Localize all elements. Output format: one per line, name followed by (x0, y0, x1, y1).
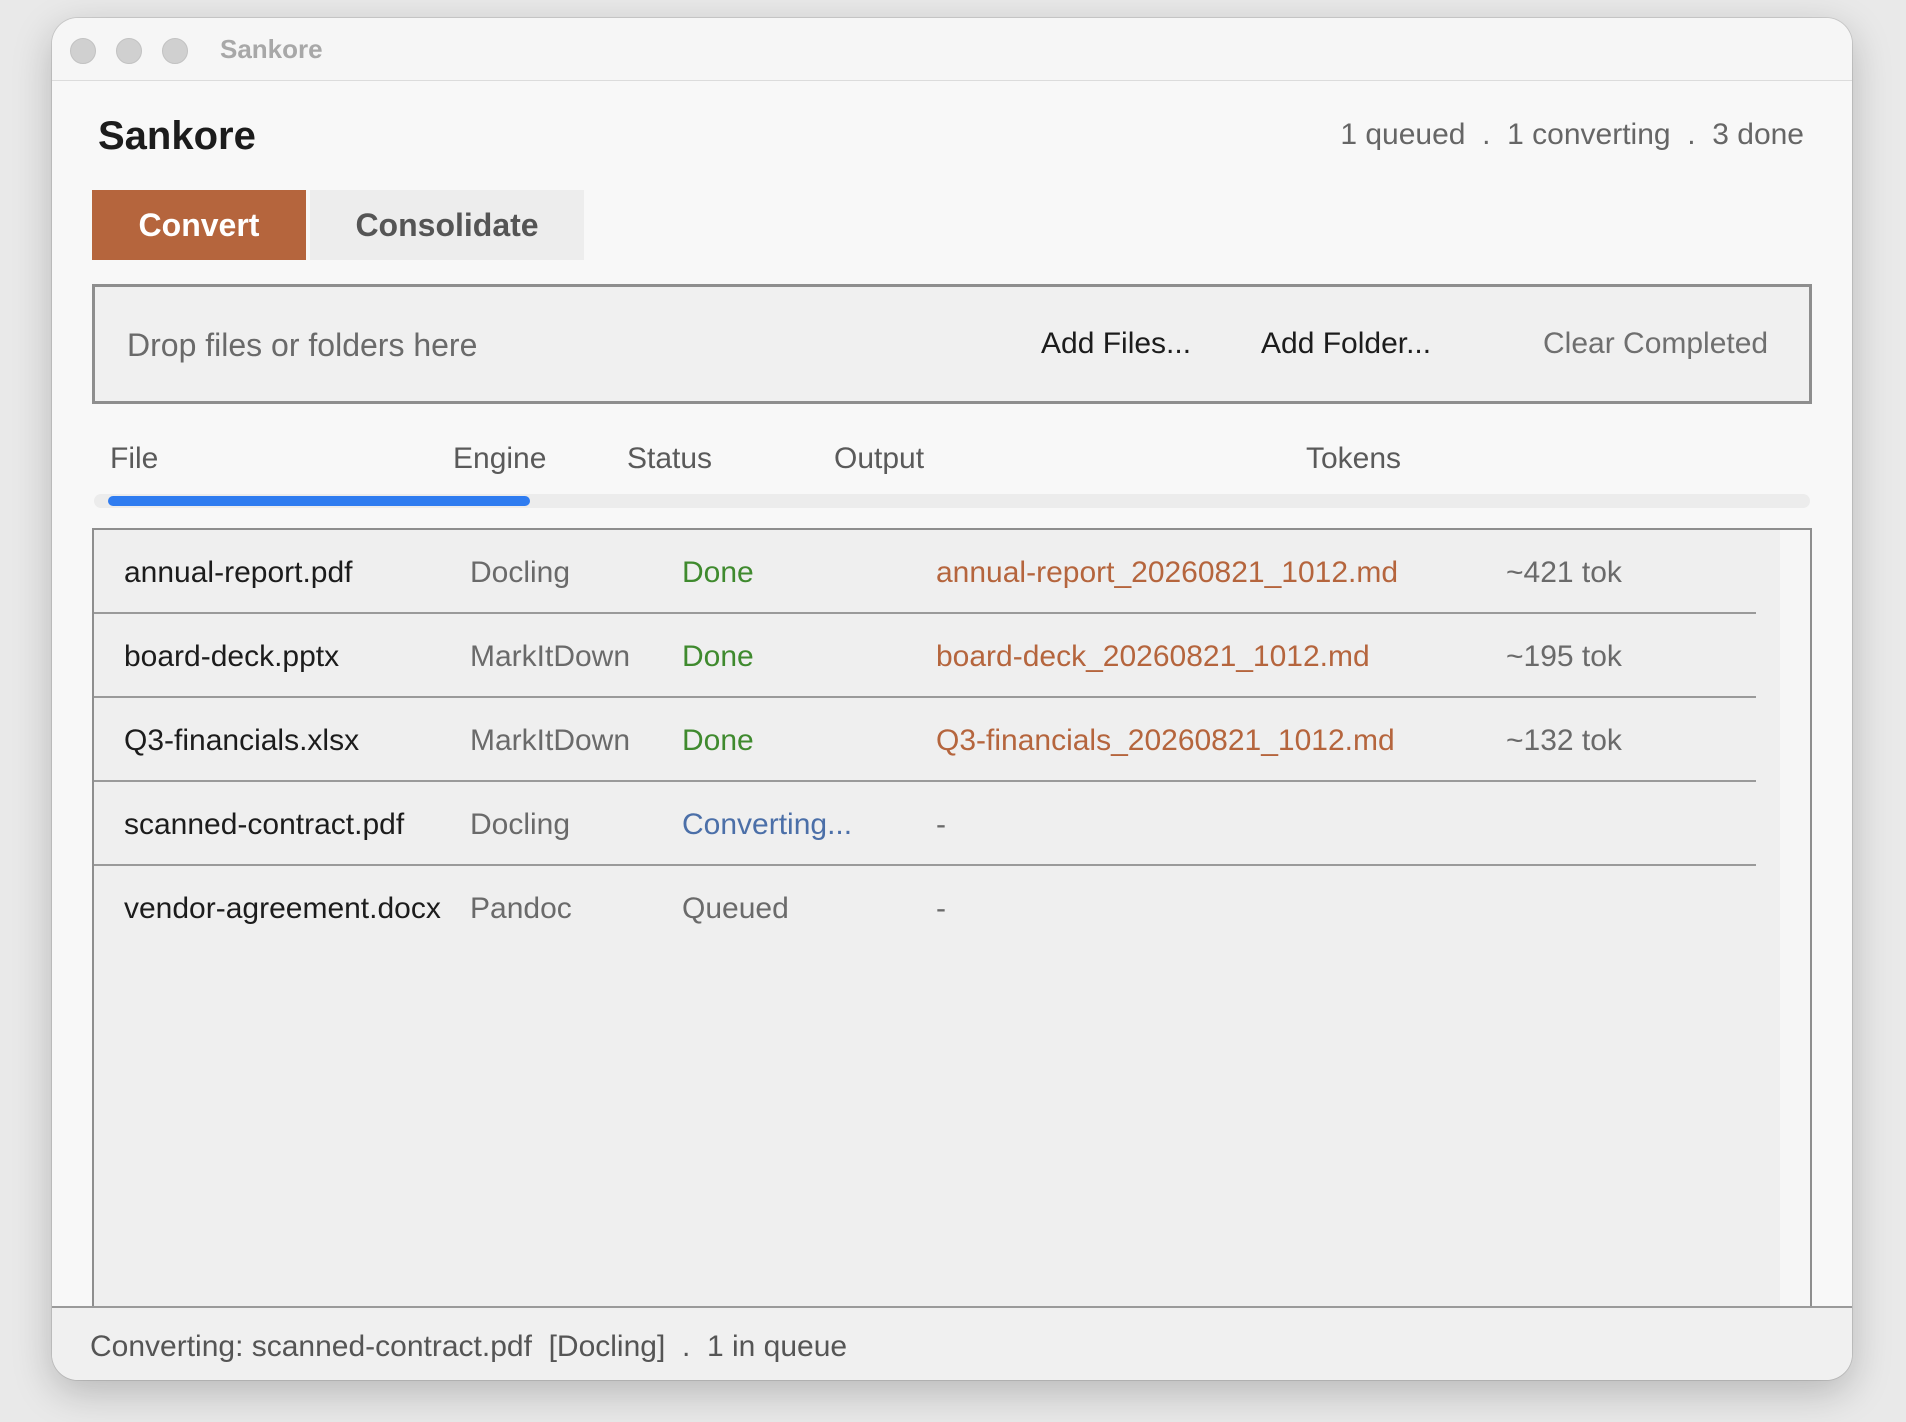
table-scrollbar[interactable] (1780, 530, 1810, 1318)
status-bar-text: Converting: scanned-contract.pdf [Doclin… (90, 1330, 848, 1363)
engine-name: Docling (470, 808, 571, 841)
status-text: Queued (682, 892, 789, 925)
engine-name: Docling (470, 556, 571, 589)
app-title: Sankore (98, 114, 256, 158)
output-file-link[interactable]: Q3-financials_20260821_1012.md (936, 724, 1395, 758)
tab-consolidate[interactable]: Consolidate (310, 190, 584, 260)
engine-name: Pandoc (470, 892, 572, 925)
add-folder-button[interactable]: Add Folder... (1261, 327, 1431, 361)
table-row[interactable]: scanned-contract.pdf Docling Converting.… (94, 782, 1756, 866)
file-name: Q3-financials.xlsx (124, 724, 360, 757)
column-header-status[interactable]: Status (627, 442, 712, 476)
minimize-window-button[interactable] (116, 38, 142, 64)
status-text: Converting... (682, 808, 853, 841)
table-row[interactable]: board-deck.pptx MarkItDown Done board-de… (94, 614, 1756, 698)
drop-zone[interactable]: Drop files or folders here Add Files... … (92, 284, 1812, 404)
token-count: ~132 tok (1506, 724, 1622, 757)
status-text: Done (682, 640, 754, 673)
table-row[interactable]: Q3-financials.xlsx MarkItDown Done Q3-fi… (94, 698, 1756, 782)
file-name: scanned-contract.pdf (124, 808, 405, 841)
column-header-output[interactable]: Output (834, 442, 924, 476)
tab-convert[interactable]: Convert (92, 190, 306, 260)
engine-name: MarkItDown (470, 640, 631, 673)
title-bar: Sankore (52, 18, 1852, 81)
column-header-file[interactable]: File (110, 442, 158, 476)
file-name: board-deck.pptx (124, 640, 340, 673)
table-row[interactable]: annual-report.pdf Docling Done annual-re… (94, 530, 1756, 614)
window-title: Sankore (220, 34, 323, 64)
file-name: vendor-agreement.docx (124, 892, 441, 925)
output-placeholder: - (936, 808, 946, 841)
status-text: Done (682, 724, 754, 757)
app-window: Sankore Sankore 1 queued . 1 converting … (52, 18, 1852, 1380)
zoom-window-button[interactable] (162, 38, 188, 64)
file-table: annual-report.pdf Docling Done annual-re… (92, 528, 1812, 1320)
token-count: ~195 tok (1506, 640, 1622, 673)
output-placeholder: - (936, 892, 946, 925)
table-row[interactable]: vendor-agreement.docx Pandoc Queued - (94, 866, 1756, 950)
output-file-link[interactable]: annual-report_20260821_1012.md (936, 556, 1398, 590)
add-files-button[interactable]: Add Files... (1041, 327, 1191, 361)
progress-bar-fill (108, 496, 530, 506)
close-window-button[interactable] (70, 38, 96, 64)
progress-bar (94, 494, 1810, 508)
file-name: annual-report.pdf (124, 556, 353, 589)
column-header-tokens[interactable]: Tokens (1306, 442, 1401, 476)
engine-name: MarkItDown (470, 724, 631, 757)
clear-completed-button[interactable]: Clear Completed (1543, 327, 1768, 361)
queue-summary: 1 queued . 1 converting . 3 done (1340, 118, 1804, 151)
output-file-link[interactable]: board-deck_20260821_1012.md (936, 640, 1370, 674)
token-count: ~421 tok (1506, 556, 1622, 589)
status-bar: Converting: scanned-contract.pdf [Doclin… (52, 1306, 1852, 1380)
status-text: Done (682, 556, 754, 589)
column-header-engine[interactable]: Engine (453, 442, 546, 476)
drop-zone-prompt: Drop files or folders here (127, 327, 478, 363)
